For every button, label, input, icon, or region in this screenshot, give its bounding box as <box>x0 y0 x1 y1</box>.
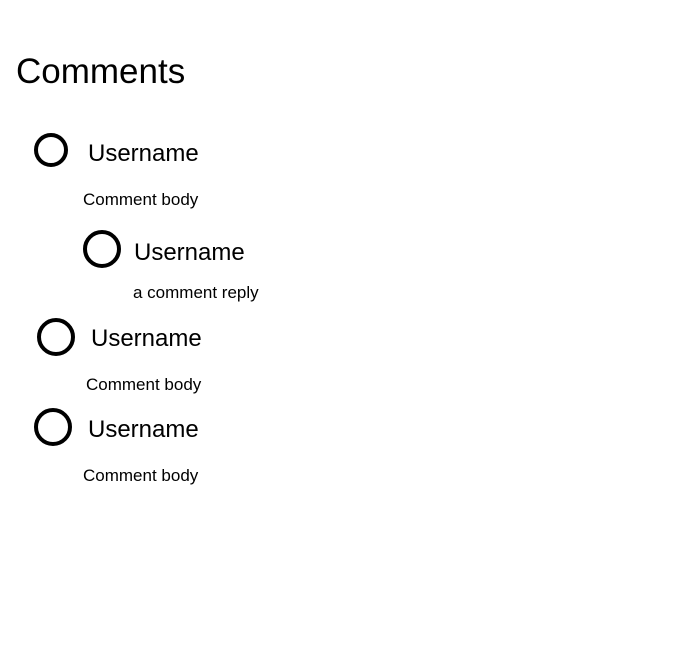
comment-username[interactable]: Username <box>88 416 199 444</box>
avatar-circle-icon[interactable] <box>34 408 72 446</box>
reply-username[interactable]: Username <box>134 239 245 267</box>
avatar-circle-icon[interactable] <box>34 133 68 167</box>
comment-body: Comment body <box>86 375 202 394</box>
reply-body: a comment reply <box>133 283 259 302</box>
avatar-circle-icon[interactable] <box>37 318 75 356</box>
comment-username[interactable]: Username <box>88 140 199 168</box>
comment-body: Comment body <box>83 190 199 209</box>
comment-username[interactable]: Username <box>91 325 202 353</box>
comment-body: Comment body <box>83 466 199 485</box>
page-title: Comments <box>16 52 186 91</box>
avatar-circle-icon[interactable] <box>83 230 121 268</box>
